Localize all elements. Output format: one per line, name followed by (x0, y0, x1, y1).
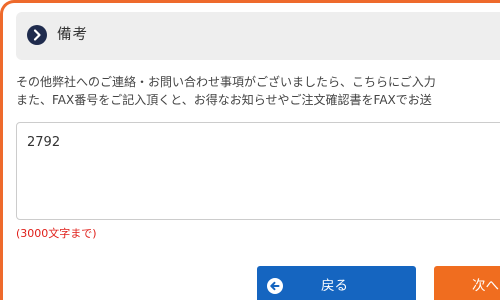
back-button-label: 戻る (321, 278, 348, 294)
remarks-section-header: 備考 (16, 12, 500, 60)
next-button[interactable]: 次へ (434, 266, 500, 300)
description-line-1: その他弊社へのご連絡・お問い合わせ事項がございましたら、こちらにご入力 (16, 75, 436, 89)
remarks-textarea[interactable]: 2792 (16, 122, 500, 220)
arrow-left-circle-icon (267, 278, 283, 294)
chevron-right-circle-icon (27, 25, 47, 45)
back-button[interactable]: 戻る (257, 266, 416, 300)
character-limit-note: (3000文字まで) (16, 227, 97, 240)
next-button-label: 次へ (472, 278, 499, 294)
remarks-form-panel: 備考 その他弊社へのご連絡・お問い合わせ事項がございましたら、こちらにご入力 ま… (0, 0, 500, 300)
section-title: 備考 (57, 27, 88, 43)
description-line-2: また、FAX番号をご記入頂くと、お得なお知らせやご注文確認書をFAXでお送 (16, 93, 432, 107)
